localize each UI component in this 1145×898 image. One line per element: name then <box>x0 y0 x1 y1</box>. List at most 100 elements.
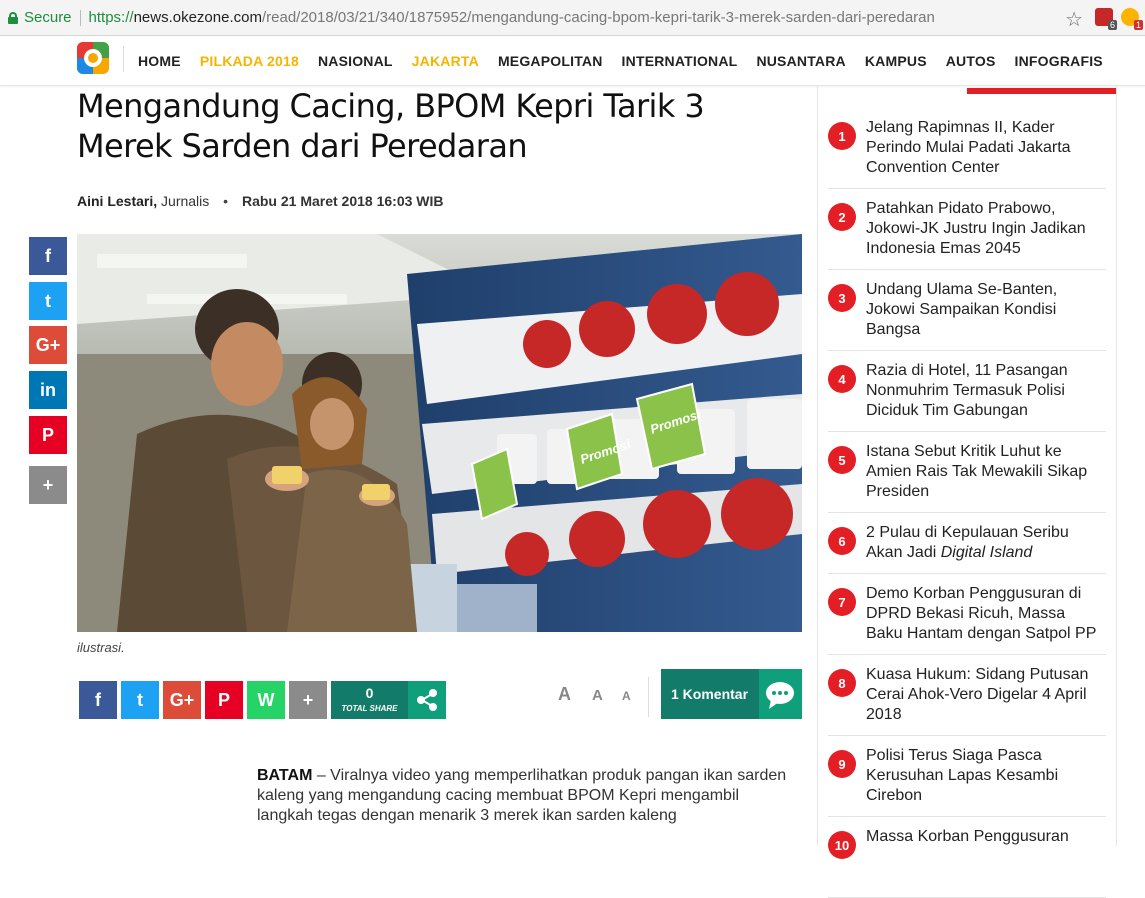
site-navbar: HOME PILKADA 2018 NASIONAL JAKARTA MEGAPOLIT… <box>0 36 1145 86</box>
google-plus-icon: G+ <box>35 334 61 355</box>
twitter-icon: t <box>137 689 143 710</box>
nav-item[interactable]: NASIONAL <box>318 53 393 69</box>
twitter-icon: t <box>45 290 51 311</box>
nav-divider <box>123 46 124 72</box>
address-separator <box>79 9 81 26</box>
url-field[interactable]: https://news.okezone.com/read/2018/03/21… <box>89 9 935 26</box>
popular-item-title[interactable]: Massa Korban Penggusuran <box>866 827 1106 847</box>
browser-address-bar: Secure https://news.okezone.com/read/201… <box>0 0 1145 36</box>
list-divider <box>828 735 1106 736</box>
facebook-share-button[interactable]: f <box>79 681 117 719</box>
popular-item-title[interactable]: Jelang Rapimnas II, Kader Perindo Mulai … <box>866 118 1106 178</box>
whatsapp-share-button[interactable]: W <box>247 681 285 719</box>
popular-item-title[interactable]: 2 Pulau di Kepulauan Seribu Akan Jadi Di… <box>866 523 1106 563</box>
linkedin-share-button[interactable]: in <box>29 371 67 409</box>
publish-date: Rabu 21 Maret 2018 16:03 WIB <box>241 193 444 209</box>
rank-badge: 5 <box>828 446 856 474</box>
nav-item[interactable]: INFOGRAFIS <box>1015 53 1103 69</box>
share-button[interactable] <box>408 681 446 719</box>
list-divider <box>828 269 1106 270</box>
dateline: BATAM <box>257 767 313 784</box>
rank-badge: 7 <box>828 588 856 616</box>
extension-icon[interactable]: 6 <box>1095 8 1117 30</box>
facebook-share-button[interactable]: f <box>29 237 67 275</box>
font-size-large-button[interactable]: A <box>558 684 571 705</box>
whatsapp-icon: W <box>257 689 275 710</box>
facebook-icon: f <box>95 689 101 710</box>
total-share-counter: 0 TOTAL SHARE <box>331 681 408 719</box>
popular-item-title[interactable]: Demo Korban Penggusuran di DPRD Bekasi R… <box>866 584 1106 644</box>
popular-item-title[interactable]: Razia di Hotel, 11 Pasangan Nonmuhrim Te… <box>866 361 1106 421</box>
rank-badge: 2 <box>828 203 856 231</box>
share-icon <box>417 689 437 711</box>
twitter-share-button[interactable]: t <box>121 681 159 719</box>
rank-badge: 10 <box>828 831 856 859</box>
rank-badge: 1 <box>828 122 856 150</box>
google-plus-share-button[interactable]: G+ <box>29 326 67 364</box>
more-share-share-button[interactable]: + <box>29 466 67 504</box>
popular-item-title[interactable]: Patahkan Pidato Prabowo, Jokowi-JK Justr… <box>866 199 1106 259</box>
rank-badge: 8 <box>828 669 856 697</box>
article-title: Mengandung Cacing, BPOM Kepri Tarik 3 Me… <box>77 87 705 165</box>
list-divider <box>828 654 1106 655</box>
nav-item[interactable]: INTERNATIONAL <box>622 53 738 69</box>
okezone-logo[interactable] <box>77 42 109 74</box>
rank-badge: 6 <box>828 527 856 555</box>
pinterest-icon: P <box>217 689 230 710</box>
rank-badge: 4 <box>828 365 856 393</box>
font-size-small-button[interactable]: A <box>622 689 631 703</box>
popular-item-title[interactable]: Undang Ulama Se-Banten, Jokowi Sampaikan… <box>866 280 1106 340</box>
more-share-icon: + <box>42 474 54 495</box>
linkedin-icon: in <box>40 379 56 400</box>
comments-button[interactable]: 1 Komentar <box>661 669 802 719</box>
list-divider <box>828 431 1106 432</box>
comment-bubble-icon <box>759 669 802 719</box>
nav-menu: HOME PILKADA 2018 NASIONAL JAKARTA MEGAPOLIT… <box>138 53 1122 69</box>
google-plus-share-button[interactable]: G+ <box>163 681 201 719</box>
list-divider <box>828 188 1106 189</box>
total-share-label: TOTAL SHARE <box>341 704 398 713</box>
nav-item[interactable]: KAMPUS <box>865 53 927 69</box>
total-share-count: 0 <box>365 685 374 701</box>
byline: Aini Lestari, Jurnalis • Rabu 21 Maret 2… <box>77 193 444 209</box>
popular-item-title[interactable]: Polisi Terus Siaga Pasca Kerusuhan Lapas… <box>866 746 1106 806</box>
extension-icon[interactable]: 1 <box>1121 8 1143 30</box>
twitter-share-button[interactable]: t <box>29 282 67 320</box>
article-hero-image: Promosi Promosi <box>77 234 802 632</box>
popular-item-title[interactable]: Kuasa Hukum: Sidang Putusan Cerai Ahok-V… <box>866 665 1106 725</box>
rank-badge: 9 <box>828 750 856 778</box>
font-size-divider <box>648 677 649 717</box>
secure-indicator[interactable]: Secure <box>8 9 72 26</box>
popular-item-title[interactable]: Istana Sebut Kritik Luhut ke Amien Rais … <box>866 442 1106 502</box>
nav-item[interactable]: HOME <box>138 53 181 69</box>
article-body: BATAM – Viralnya video yang memperlihatk… <box>257 766 797 826</box>
lock-icon <box>8 11 18 24</box>
pinterest-share-button[interactable]: P <box>29 416 67 454</box>
nav-item[interactable]: MEGAPOLITAN <box>498 53 603 69</box>
more-share-share-button[interactable]: + <box>289 681 327 719</box>
more-share-icon: + <box>302 689 314 710</box>
nav-item[interactable]: NUSANTARA <box>756 53 845 69</box>
supermarket-illustration: Promosi Promosi <box>77 234 802 632</box>
image-caption: ilustrasi. <box>77 640 125 655</box>
author-role: Jurnalis <box>161 193 210 209</box>
list-divider <box>828 573 1106 574</box>
byline-separator: • <box>223 193 229 209</box>
comments-label: 1 Komentar <box>671 686 749 702</box>
secure-label: Secure <box>24 9 72 26</box>
author-name[interactable]: Aini Lestari, <box>77 193 157 209</box>
rank-badge: 3 <box>828 284 856 312</box>
nav-item[interactable]: AUTOS <box>946 53 996 69</box>
article-paragraph: – Viralnya video yang memperlihatkan pro… <box>257 767 787 824</box>
list-divider <box>828 816 1106 817</box>
nav-item[interactable]: JAKARTA <box>412 53 479 69</box>
pinterest-share-button[interactable]: P <box>205 681 243 719</box>
nav-item[interactable]: PILKADA 2018 <box>200 53 299 69</box>
google-plus-icon: G+ <box>169 689 195 710</box>
list-divider <box>828 512 1106 513</box>
facebook-icon: f <box>45 245 51 266</box>
font-size-medium-button[interactable]: A <box>592 687 603 704</box>
list-divider <box>828 350 1106 351</box>
bookmark-star-icon[interactable]: ☆ <box>1065 7 1083 32</box>
italic-term: Digital Island <box>940 544 1033 561</box>
